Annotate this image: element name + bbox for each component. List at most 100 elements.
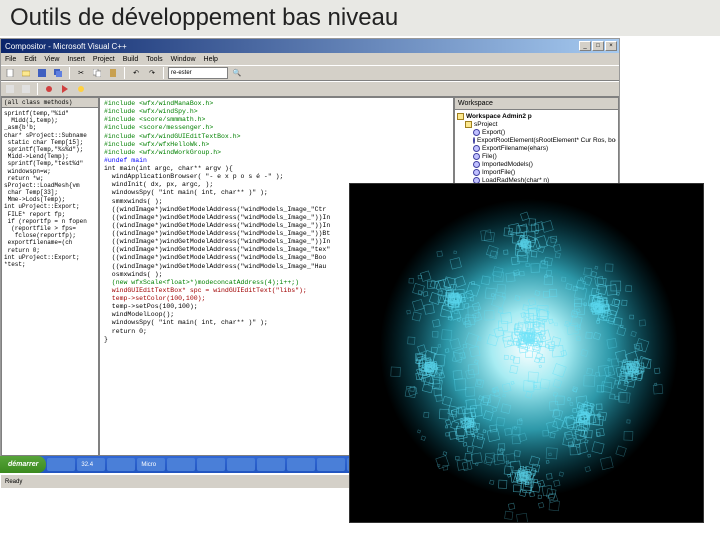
tree-item[interactable]: ExportRootElement(sRootElement* Cur Ros,… xyxy=(457,136,616,144)
tree-item[interactable]: ExportFilename(ehars) xyxy=(457,144,616,152)
menu-insert[interactable]: Insert xyxy=(67,56,85,63)
workspace-header: Workspace xyxy=(455,98,618,110)
folder-icon xyxy=(457,113,464,120)
box-icon xyxy=(473,145,480,152)
box-icon xyxy=(473,169,480,176)
code-line: #include <wfx/windGUIEditTextBox.h> xyxy=(104,133,449,141)
code-line: FILE* report fp; xyxy=(4,211,96,218)
code-line: windApplicationBrowser( "- e x p o s é -… xyxy=(104,173,449,181)
taskbar-item[interactable] xyxy=(107,458,135,471)
menu-view[interactable]: View xyxy=(44,56,59,63)
classview-pane[interactable]: (all class methods) sprintf(temp,"%id" M… xyxy=(1,97,99,456)
cut-icon[interactable]: ✂ xyxy=(74,66,88,80)
save-icon[interactable] xyxy=(35,66,49,80)
code-line: static char Temp[15]; xyxy=(4,139,96,146)
folder-icon xyxy=(465,121,472,128)
taskbar-item[interactable] xyxy=(227,458,255,471)
menu-project[interactable]: Project xyxy=(93,56,115,63)
build-icon[interactable] xyxy=(19,82,33,96)
taskbar-item[interactable] xyxy=(197,458,225,471)
menu-window[interactable]: Window xyxy=(171,56,196,63)
code-line: windowspn=w; xyxy=(4,168,96,175)
code-line: sProject::LoadMesh{vm xyxy=(4,182,96,189)
menubar: File Edit View Insert Project Build Tool… xyxy=(1,53,619,65)
code-line: #include <wfx/wfxHelloWk.h> xyxy=(104,141,449,149)
redo-icon[interactable]: ↷ xyxy=(145,66,159,80)
menu-file[interactable]: File xyxy=(5,56,16,63)
tree-item-label: Export() xyxy=(482,129,505,136)
tree-item-label: sProject xyxy=(474,121,497,128)
code-line: char* sProject::Subname xyxy=(4,132,96,139)
box-icon xyxy=(473,161,480,168)
code-line: (reportfile > fps= xyxy=(4,225,96,232)
code-line: int uProject::Export; xyxy=(4,203,96,210)
tree-item-label: ExportFilename(ehars) xyxy=(482,145,548,152)
box-icon xyxy=(473,137,475,144)
copy-icon[interactable] xyxy=(90,66,104,80)
code-line: fclose(reportfp); xyxy=(4,232,96,239)
code-line: Midd->Lend(Temp); xyxy=(4,153,96,160)
start-button[interactable]: démarrer xyxy=(0,456,46,473)
code-line: #include <wfx/windManaBox.h> xyxy=(104,100,449,108)
code-line: #undef main xyxy=(104,157,449,165)
tree-item[interactable]: File() xyxy=(457,152,616,160)
new-file-icon[interactable] xyxy=(3,66,17,80)
tree-item-label: ExportRootElement(sRootElement* Cur Ros,… xyxy=(477,137,616,144)
save-all-icon[interactable] xyxy=(51,66,65,80)
code-line: exportfilename=(ch xyxy=(4,239,96,246)
code-line: Midd(i,temp); xyxy=(4,117,96,124)
taskbar-item[interactable]: Micro xyxy=(137,458,165,471)
taskbar-item[interactable] xyxy=(317,458,345,471)
breakpoint-icon[interactable] xyxy=(74,82,88,96)
toolbar-build xyxy=(1,81,619,97)
code-line: *test; xyxy=(4,261,96,268)
code-line: #include <score/smmmath.h> xyxy=(104,116,449,124)
classview-header: (all class methods) xyxy=(2,98,98,108)
tree-item[interactable]: ImportedModels() xyxy=(457,160,616,168)
code-line: sprintf(temp,"%id" xyxy=(4,110,96,117)
code-line: #include <wfx/windWorkGroup.h> xyxy=(104,149,449,157)
taskbar-item[interactable] xyxy=(257,458,285,471)
tree-item[interactable]: ImportFile() xyxy=(457,168,616,176)
undo-icon[interactable]: ↶ xyxy=(129,66,143,80)
code-line: int main(int argc, char** argv ){ xyxy=(104,165,449,173)
tree-item[interactable]: Export() xyxy=(457,128,616,136)
status-text: Ready xyxy=(5,479,22,485)
paste-icon[interactable] xyxy=(106,66,120,80)
window-title: Compositor - Microsoft Visual C++ xyxy=(3,42,579,51)
code-line: _asm{b'b; xyxy=(4,124,96,131)
compile-icon[interactable] xyxy=(3,82,17,96)
code-line: char Temp[33]; xyxy=(4,189,96,196)
menu-help[interactable]: Help xyxy=(204,56,218,63)
code-line: sprintf(Temp,"%s%d"); xyxy=(4,146,96,153)
maximize-button[interactable]: □ xyxy=(592,41,604,51)
box-icon xyxy=(473,153,480,160)
tree-item[interactable]: sProject xyxy=(457,120,616,128)
close-button[interactable]: × xyxy=(605,41,617,51)
menu-edit[interactable]: Edit xyxy=(24,56,36,63)
find-icon[interactable]: 🔍 xyxy=(230,66,244,80)
menu-tools[interactable]: Tools xyxy=(146,56,162,63)
find-combo[interactable]: re-ester xyxy=(168,67,228,79)
minimize-button[interactable]: _ xyxy=(579,41,591,51)
taskbar-item[interactable] xyxy=(287,458,315,471)
stop-build-icon[interactable] xyxy=(42,82,56,96)
code-line: #include <wfx/windSpy.h> xyxy=(104,108,449,116)
code-line: Mme->Lods(Temp); xyxy=(4,196,96,203)
code-line: if (reportfp = n fopen xyxy=(4,218,96,225)
taskbar-item[interactable] xyxy=(47,458,75,471)
tree-item-label: File() xyxy=(482,153,497,160)
tree-item[interactable]: Workspace Admin2 p xyxy=(457,112,616,120)
code-line: int uProject::Export; xyxy=(4,254,96,261)
code-line: return *w; xyxy=(4,175,96,182)
fractal-render-icon xyxy=(350,184,703,522)
run-icon[interactable] xyxy=(58,82,72,96)
menu-build[interactable]: Build xyxy=(123,56,139,63)
taskbar-item[interactable] xyxy=(167,458,195,471)
open-file-icon[interactable] xyxy=(19,66,33,80)
taskbar-item[interactable]: 32.4 xyxy=(77,458,105,471)
tree-item-label: ImportFile() xyxy=(482,169,515,176)
titlebar: Compositor - Microsoft Visual C++ _ □ × xyxy=(1,39,619,53)
box-icon xyxy=(473,129,480,136)
slide-title: Outils de développement bas niveau xyxy=(0,0,720,36)
